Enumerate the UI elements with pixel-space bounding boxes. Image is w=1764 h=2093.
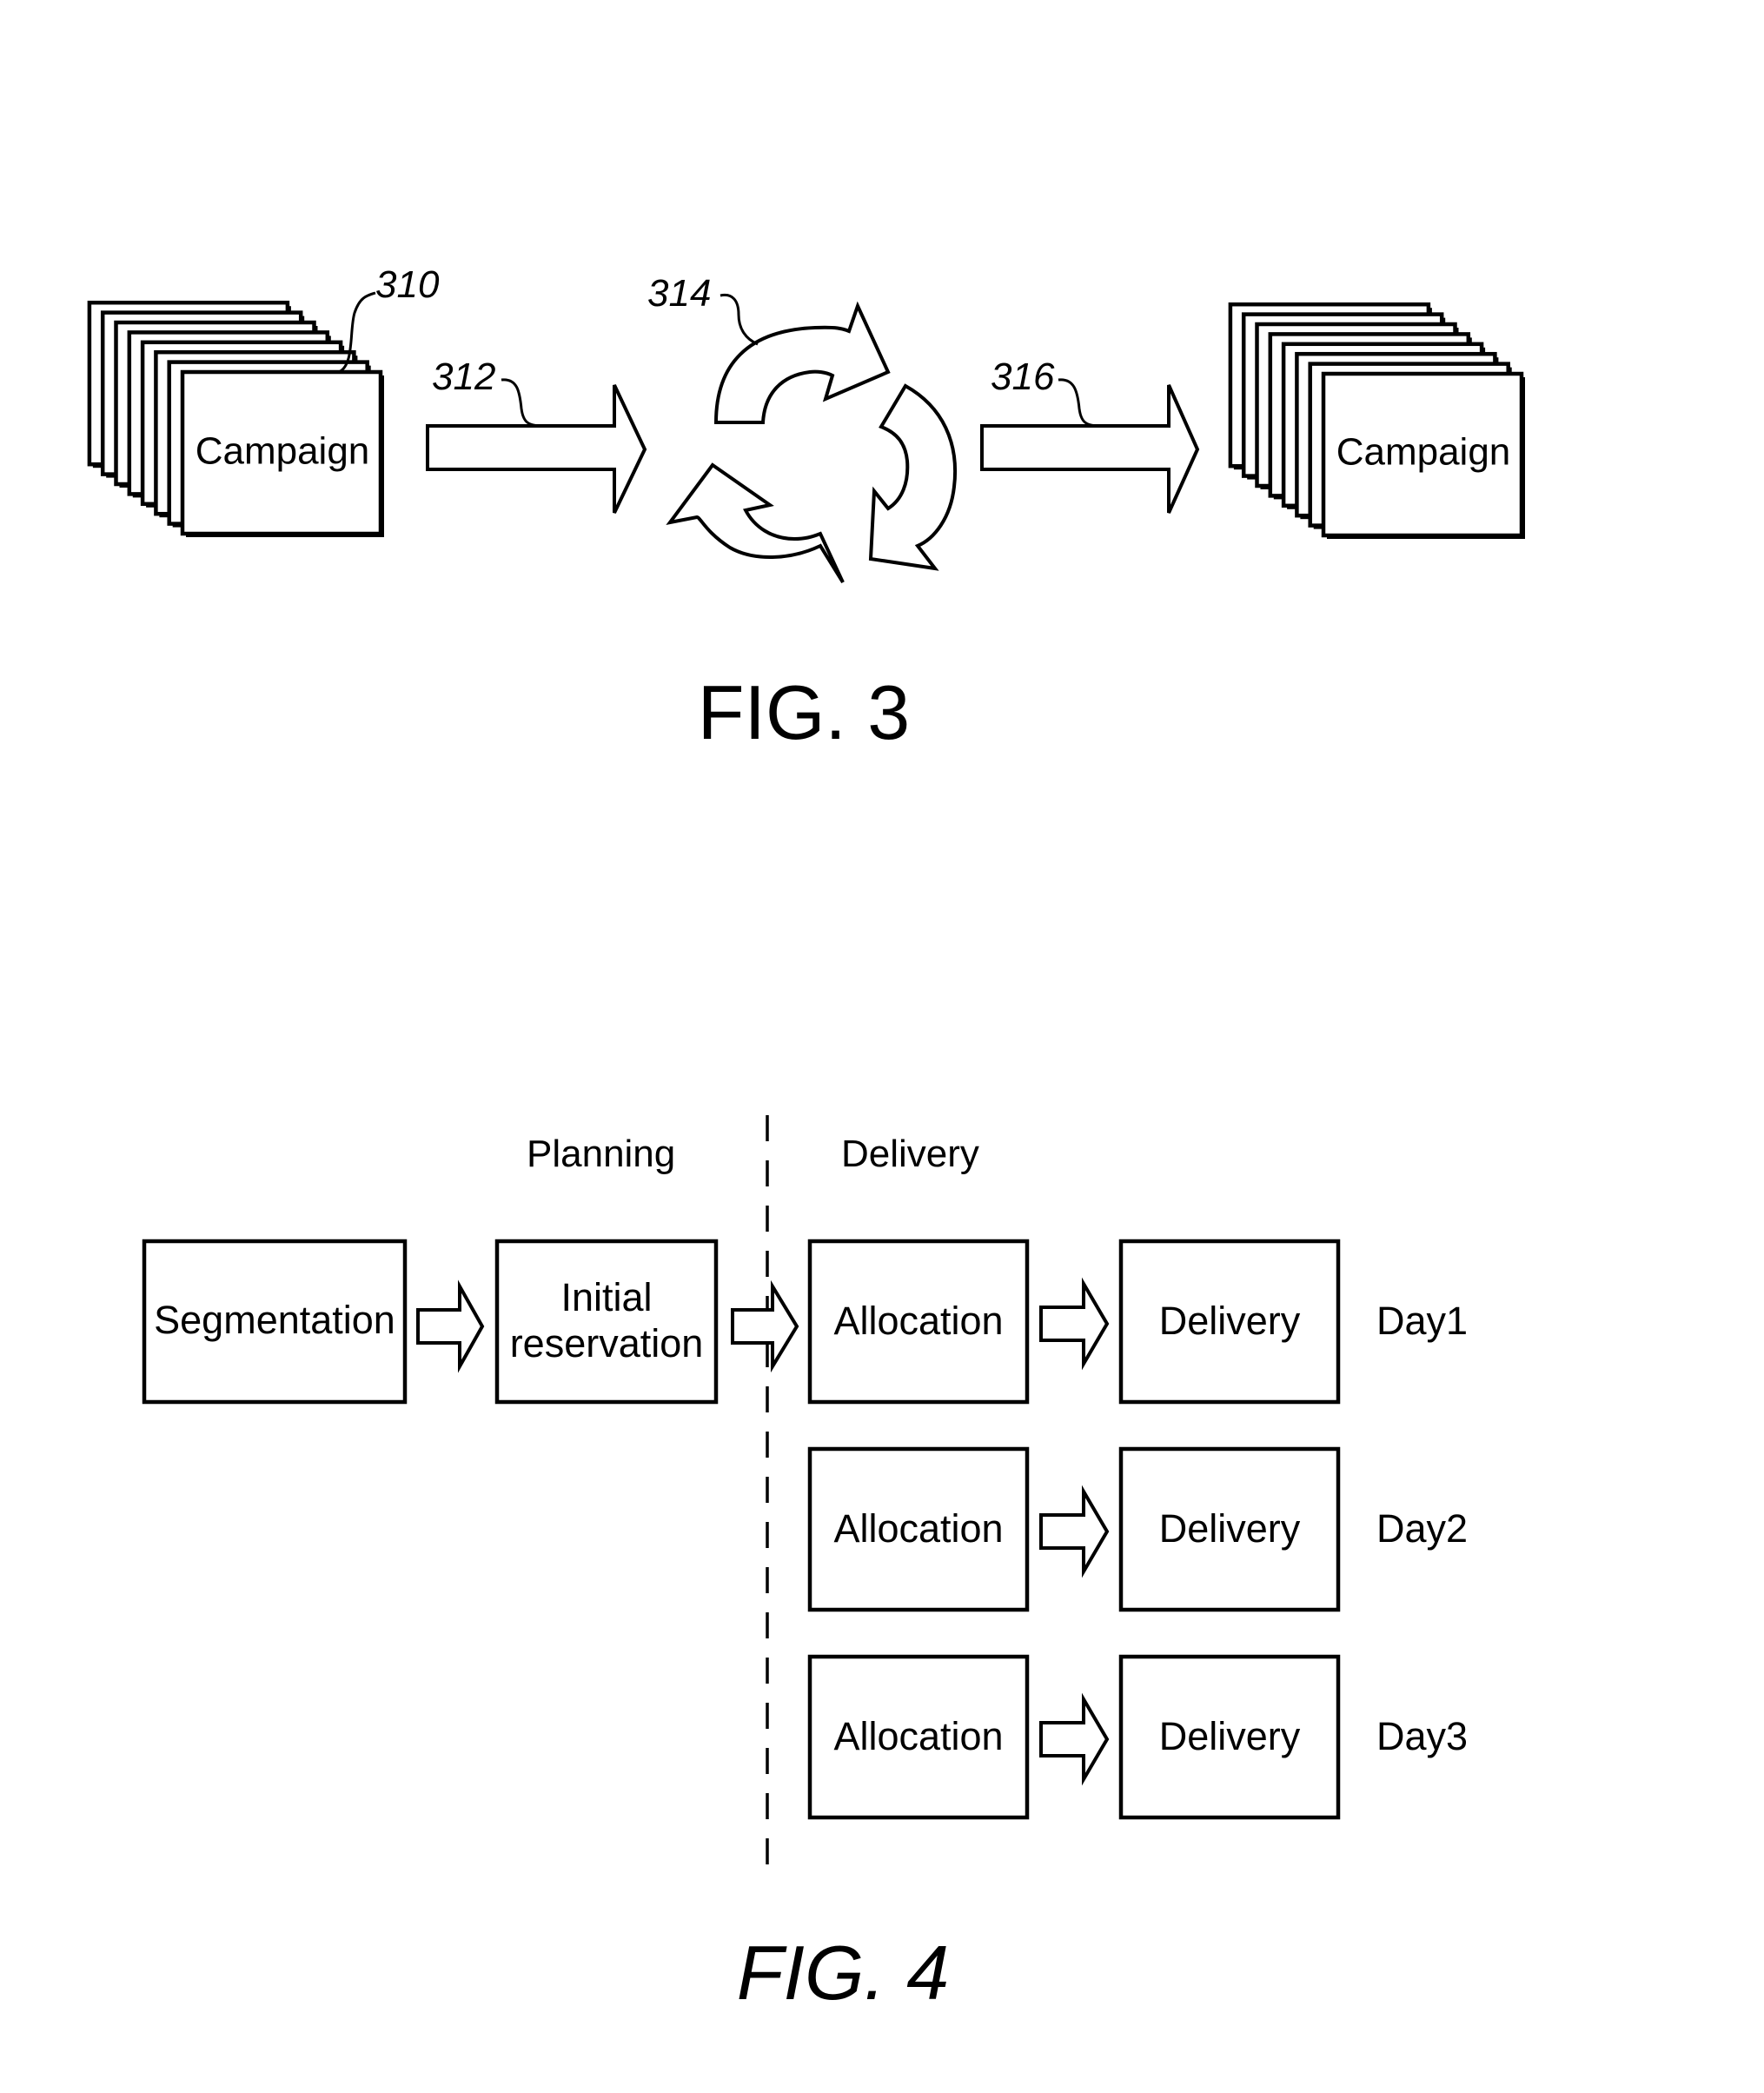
figure-4: Planning Delivery Segmentation Initial r… (142, 1115, 1468, 2016)
flow-arrow-icon (1039, 1277, 1110, 1371)
leader-line-312 (501, 378, 544, 428)
delivery-label: Delivery (1159, 1506, 1301, 1551)
cycle-arrow-right (868, 383, 957, 571)
flow-arrow-icon (416, 1279, 485, 1373)
segmentation-label: Segmentation (154, 1298, 395, 1342)
phase-label-delivery: Delivery (841, 1133, 979, 1175)
initial-reservation-label-line1: Initial (560, 1275, 652, 1319)
day-label: Day3 (1376, 1714, 1468, 1758)
day-label: Day2 (1376, 1506, 1468, 1551)
campaign-stack-output (1228, 302, 1525, 539)
campaign-card-label-output: Campaign (1336, 431, 1511, 474)
arrow-icon-312 (426, 384, 647, 514)
cycle-arrow-bottom (666, 462, 845, 584)
allocation-label: Allocation (833, 1714, 1003, 1758)
delivery-row: Allocation Delivery Day2 (807, 1446, 1468, 1612)
figure-4-caption: FIG. 4 (737, 1930, 950, 2016)
allocation-label: Allocation (833, 1299, 1003, 1343)
phase-label-planning: Planning (527, 1133, 675, 1175)
ref-label-316: 316 (991, 355, 1055, 398)
leader-line-316 (1058, 378, 1101, 428)
day-label: Day1 (1376, 1299, 1468, 1343)
ref-label-312: 312 (432, 355, 495, 398)
ref-label-314: 314 (647, 272, 711, 315)
flow-arrow-icon (1039, 1692, 1110, 1786)
flow-arrow-icon (731, 1279, 799, 1373)
campaign-card-label-input: Campaign (196, 430, 370, 473)
allocation-label: Allocation (833, 1506, 1003, 1551)
campaign-stack-input (87, 300, 384, 537)
leader-line-314 (720, 293, 759, 346)
delivery-rows: Allocation Delivery Day1 Allocation Delivery… (807, 1239, 1468, 1820)
delivery-row: Allocation Delivery Day3 (807, 1654, 1468, 1820)
delivery-row: Allocation Delivery Day1 (807, 1239, 1468, 1405)
cycle-arrows-icon-314 (666, 301, 957, 584)
delivery-label: Delivery (1159, 1714, 1301, 1758)
cycle-arrow-top (713, 301, 891, 424)
patent-drawing-sheet: Campaign 310 312 314 316 Campaign FIG. 3 (87, 263, 1525, 2016)
delivery-label: Delivery (1159, 1299, 1301, 1343)
arrow-icon-316 (980, 384, 1200, 514)
ref-label-310: 310 (375, 263, 440, 306)
figure-3-caption: FIG. 3 (698, 669, 911, 755)
initial-reservation-label-line2: reservation (510, 1321, 704, 1365)
figure-3: Campaign 310 312 314 316 Campaign FIG. 3 (87, 263, 1525, 755)
flow-arrow-icon (1039, 1485, 1110, 1578)
